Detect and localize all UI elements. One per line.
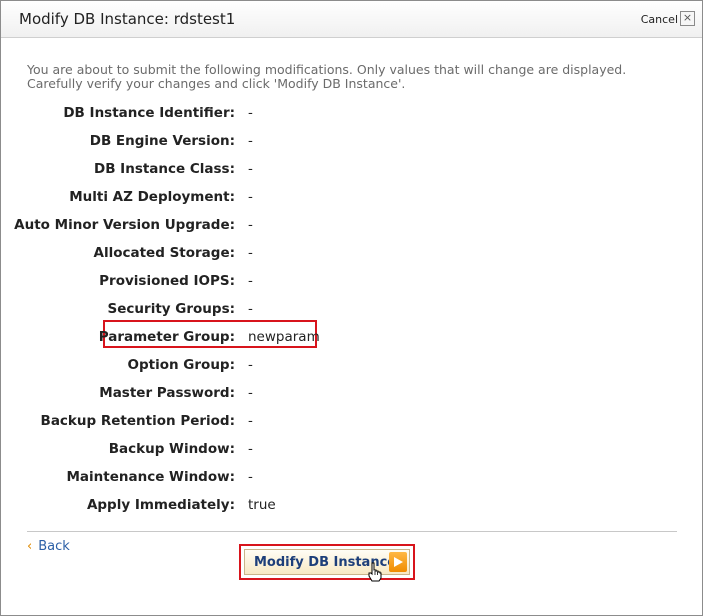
field-row-provisioned-iops: Provisioned IOPS: - xyxy=(1,273,701,293)
field-row-parameter-group: Parameter Group: newparam xyxy=(1,329,701,349)
field-row-allocated-storage: Allocated Storage: - xyxy=(1,245,701,265)
field-value: - xyxy=(248,189,253,205)
field-value: - xyxy=(248,133,253,149)
field-value: - xyxy=(248,245,253,261)
field-label: Parameter Group: xyxy=(98,329,235,345)
field-label: Option Group: xyxy=(127,357,236,373)
field-row-db-instance-class: DB Instance Class: - xyxy=(1,161,701,181)
field-row-maintenance-window: Maintenance Window: - xyxy=(1,469,701,489)
field-value: - xyxy=(248,385,253,401)
hand-pointer-icon xyxy=(367,562,383,586)
field-value: - xyxy=(248,441,253,457)
field-label: DB Engine Version: xyxy=(89,133,235,149)
field-row-db-instance-identifier: DB Instance Identifier: - xyxy=(1,105,701,125)
field-value: - xyxy=(248,469,253,485)
cancel-link[interactable]: Cancel xyxy=(641,13,678,26)
field-label: DB Instance Class: xyxy=(93,161,235,177)
field-row-auto-minor-version-upgrade: Auto Minor Version Upgrade: - xyxy=(1,217,701,237)
dialog-title: Modify DB Instance: rdstest1 xyxy=(19,10,236,28)
field-value: - xyxy=(248,357,253,373)
field-value: - xyxy=(248,217,253,233)
field-label: Backup Window: xyxy=(108,441,235,457)
field-row-option-group: Option Group: - xyxy=(1,357,701,377)
field-label: Backup Retention Period: xyxy=(40,413,235,429)
field-value: true xyxy=(248,497,276,513)
field-value: - xyxy=(248,301,253,317)
field-value: newparam xyxy=(248,329,320,345)
field-value: - xyxy=(248,161,253,177)
field-label: Security Groups: xyxy=(107,301,235,317)
field-label: DB Instance Identifier: xyxy=(63,105,235,121)
field-row-apply-immediately: Apply Immediately: true xyxy=(1,497,701,517)
field-label: Master Password: xyxy=(99,385,235,401)
field-row-master-password: Master Password: - xyxy=(1,385,701,405)
field-label: Allocated Storage: xyxy=(93,245,236,261)
field-row-backup-window: Backup Window: - xyxy=(1,441,701,461)
close-icon[interactable]: × xyxy=(680,11,695,26)
intro-text: You are about to submit the following mo… xyxy=(27,63,667,91)
modify-db-instance-button[interactable]: Modify DB Instance xyxy=(244,549,410,575)
field-label: Provisioned IOPS: xyxy=(99,273,235,289)
field-value: - xyxy=(248,413,253,429)
field-row-multi-az-deployment: Multi AZ Deployment: - xyxy=(1,189,701,209)
intro-line-1: You are about to submit the following mo… xyxy=(27,62,627,77)
dialog-titlebar: Modify DB Instance: rdstest1 Cancel × xyxy=(1,1,702,38)
play-arrow-icon xyxy=(389,552,407,572)
field-value: - xyxy=(248,105,253,121)
field-value: - xyxy=(248,273,253,289)
field-label: Apply Immediately: xyxy=(86,497,235,513)
back-link[interactable]: ‹ Back xyxy=(27,539,70,554)
footer-divider xyxy=(27,531,677,532)
field-label: Multi AZ Deployment: xyxy=(69,189,235,205)
field-row-security-groups: Security Groups: - xyxy=(1,301,701,321)
field-label: Maintenance Window: xyxy=(66,469,235,485)
intro-line-2: Carefully verify your changes and click … xyxy=(27,76,406,91)
field-row-backup-retention-period: Backup Retention Period: - xyxy=(1,413,701,433)
field-label: Auto Minor Version Upgrade: xyxy=(14,217,235,233)
chevron-left-icon: ‹ xyxy=(27,539,33,554)
modify-db-instance-dialog: Modify DB Instance: rdstest1 Cancel × Yo… xyxy=(0,0,703,616)
field-row-db-engine-version: DB Engine Version: - xyxy=(1,133,701,153)
back-label: Back xyxy=(38,539,70,554)
